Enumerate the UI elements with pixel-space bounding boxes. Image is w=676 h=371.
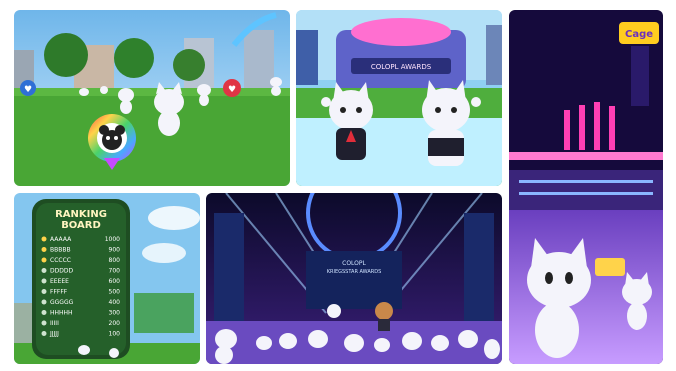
awards-sign-text: COLOPL AWARDS xyxy=(371,63,432,71)
ranking-board-image: RANKING BOARD AAAAA 1000 BBBBB 900 CCCCC 800 D… xyxy=(14,193,200,364)
rank-badge xyxy=(41,236,47,242)
rank-badge xyxy=(41,331,47,336)
neon-arena-image: Cage xyxy=(509,10,663,364)
stage-sign-line2: KRIEGSSTAR AWARDS xyxy=(327,269,382,275)
rank-score: 1000 xyxy=(105,236,120,243)
rank-name: EEEEE xyxy=(50,278,69,285)
rank-badge xyxy=(41,278,47,284)
stage-sign-line1: COLOPL xyxy=(342,260,366,267)
background-building xyxy=(134,293,194,333)
rank-badge xyxy=(41,268,47,273)
rank-badge xyxy=(41,310,47,315)
panel-concert-stage: COLOPL KRIEGSSTAR AWARDS xyxy=(206,193,502,364)
panel-neon-arena: Cage xyxy=(509,10,663,364)
tree xyxy=(44,33,88,77)
rank-name: FFFFF xyxy=(50,289,68,296)
crown-sign xyxy=(595,258,625,276)
rank-badge xyxy=(41,299,47,305)
ranking-title-line1: RANKING xyxy=(55,209,107,220)
panel-park-scene: ♥ ♥ xyxy=(14,10,290,186)
grass-field xyxy=(14,88,290,186)
rank-score: 500 xyxy=(109,289,121,296)
rank-name: BBBBB xyxy=(50,247,71,254)
cage-sign-text: Cage xyxy=(625,29,653,40)
park-scene-image: ♥ ♥ xyxy=(14,10,290,186)
marker-left-glyph: ♥ xyxy=(24,85,32,95)
rank-score: 100 xyxy=(109,331,121,338)
rank-name: HHHHH xyxy=(50,310,73,317)
cat-in-vest xyxy=(422,80,470,166)
rank-score: 600 xyxy=(109,278,121,285)
rank-badge xyxy=(41,247,47,252)
awards-plaza-image: COLOPL AWARDS xyxy=(296,10,502,186)
rank-name: DDDDD xyxy=(50,268,73,275)
rank-badge xyxy=(41,320,47,326)
rank-badge xyxy=(41,257,47,263)
rank-name: AAAAA xyxy=(50,236,72,243)
rank-badge xyxy=(41,289,47,294)
panel-ranking-board: RANKING BOARD AAAAA 1000 BBBBB 900 CCCCC 800 D… xyxy=(14,193,200,364)
rank-name: JJJJJ xyxy=(49,331,59,338)
marker-right-glyph: ♥ xyxy=(228,85,236,95)
panel-awards-plaza: COLOPL AWARDS xyxy=(296,10,502,186)
rank-score: 800 xyxy=(109,257,121,264)
rank-score: 300 xyxy=(109,310,121,317)
rank-name: IIIII xyxy=(50,320,59,327)
rank-name: GGGGG xyxy=(50,299,74,306)
rank-score: 400 xyxy=(109,299,121,306)
rank-name: CCCCC xyxy=(50,257,71,264)
rank-score: 700 xyxy=(109,268,121,275)
rank-score: 900 xyxy=(109,247,121,254)
concert-stage-image: COLOPL KRIEGSSTAR AWARDS xyxy=(206,193,502,364)
ranking-title-line2: BOARD xyxy=(61,220,101,231)
rank-score: 200 xyxy=(109,320,121,327)
